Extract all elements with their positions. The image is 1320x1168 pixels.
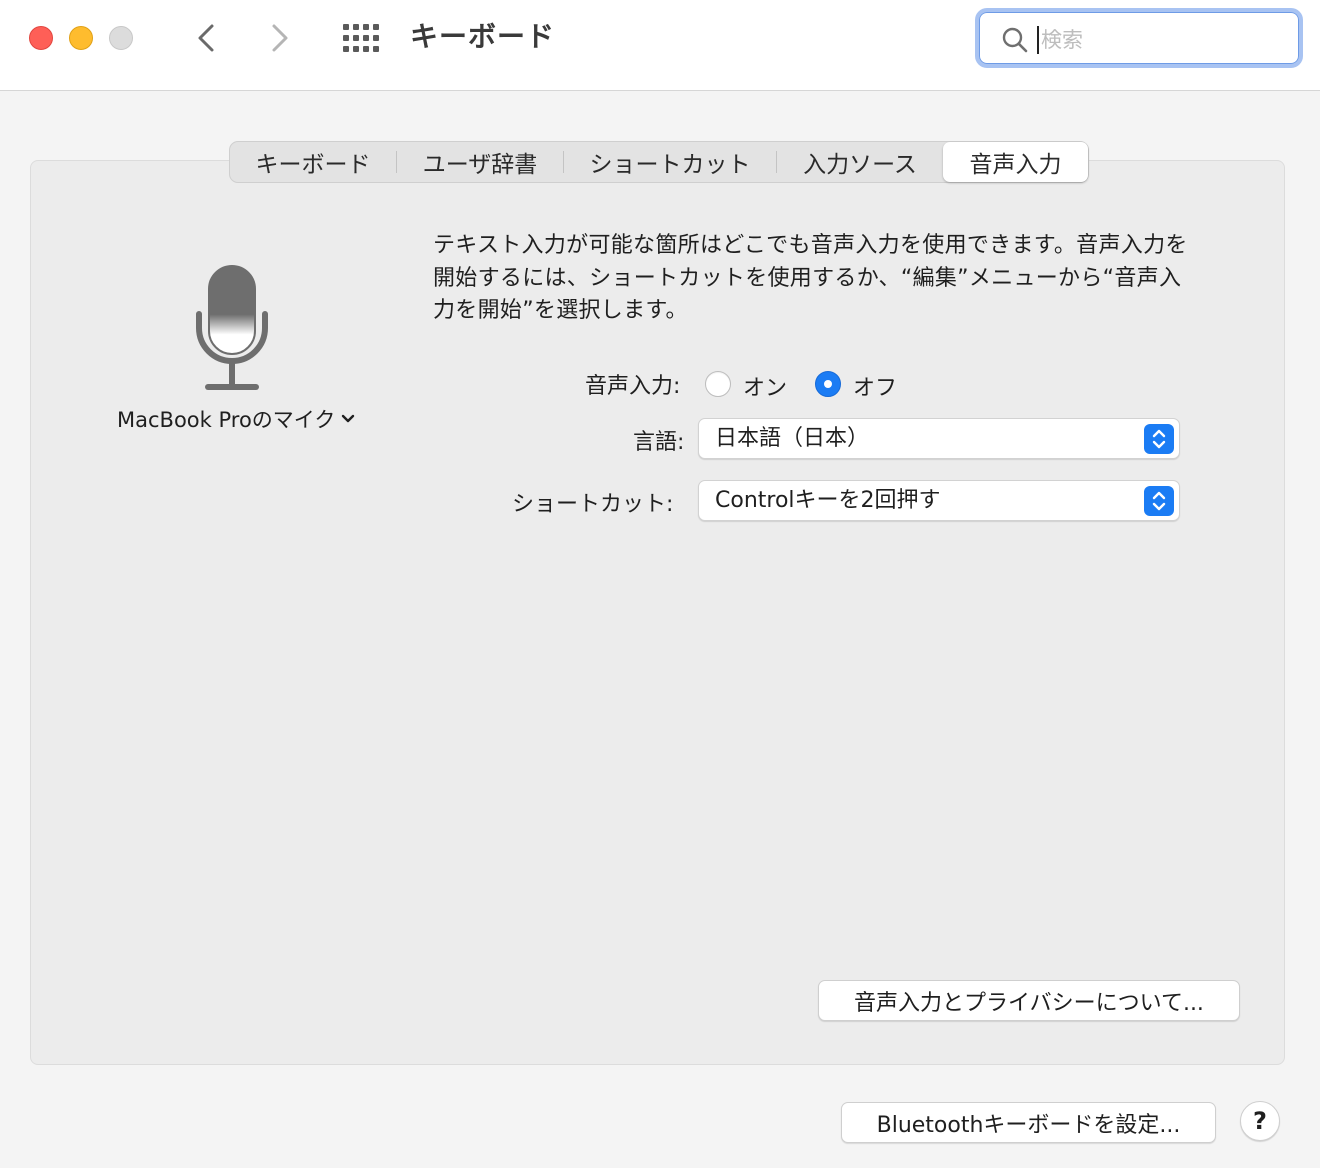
language-value: 日本語（日本） (715, 426, 870, 451)
tab-user-dictionary[interactable]: ユーザ辞書 (397, 142, 563, 182)
shortcut-value: Controlキーを2回押す (715, 488, 941, 513)
minimize-window-button[interactable] (69, 26, 93, 50)
up-down-arrows-icon (1144, 424, 1174, 454)
chevron-right-icon (272, 24, 288, 52)
chevron-left-icon (198, 24, 214, 52)
title-bar: キーボード (0, 0, 1320, 91)
microphone-source-popup[interactable]: MacBook Proのマイク (117, 404, 355, 434)
shortcut-label: ショートカット: (512, 492, 674, 517)
dictation-toggle-label: 音声入力: (585, 374, 681, 399)
tab-dictation[interactable]: 音声入力 (943, 142, 1088, 182)
show-all-button[interactable] (343, 24, 381, 52)
search-field[interactable] (975, 8, 1303, 68)
window-title: キーボード (410, 20, 556, 53)
microphone-icon (196, 265, 268, 390)
chevron-down-icon (342, 414, 355, 423)
tab-input-sources[interactable]: 入力ソース (777, 142, 943, 182)
dictation-on-label[interactable]: オン (743, 370, 787, 402)
search-input[interactable] (1041, 22, 1281, 58)
tab-bar: キーボード ユーザ辞書 ショートカット 入力ソース 音声入力 (229, 141, 1089, 183)
tab-shortcuts[interactable]: ショートカット (564, 142, 776, 182)
microphone-source-label: MacBook Proのマイク (117, 408, 336, 432)
help-button[interactable]: ? (1240, 1101, 1280, 1141)
language-popup[interactable]: 日本語（日本） (698, 418, 1180, 459)
up-down-arrows-icon (1144, 486, 1174, 516)
grid-icon (343, 24, 379, 52)
dictation-off-radio[interactable] (815, 371, 841, 397)
zoom-window-button[interactable] (109, 26, 133, 50)
tab-keyboard[interactable]: キーボード (230, 142, 396, 182)
setup-bluetooth-keyboard-button[interactable]: Bluetoothキーボードを設定... (841, 1102, 1216, 1143)
dictation-description: テキスト入力が可能な箇所はどこでも音声入力を使用できます。音声入力を開始するには… (433, 233, 1188, 323)
shortcut-popup[interactable]: Controlキーを2回押す (698, 480, 1180, 521)
dictation-on-radio[interactable] (705, 371, 731, 397)
dictation-off-label[interactable]: オフ (853, 370, 897, 402)
close-window-button[interactable] (29, 26, 53, 50)
search-icon (1002, 27, 1028, 53)
dictation-privacy-button[interactable]: 音声入力とプライバシーについて... (818, 980, 1240, 1021)
language-label: 言語: (633, 430, 685, 455)
text-caret (1037, 26, 1039, 54)
forward-button[interactable] (262, 20, 298, 56)
back-button[interactable] (188, 20, 224, 56)
